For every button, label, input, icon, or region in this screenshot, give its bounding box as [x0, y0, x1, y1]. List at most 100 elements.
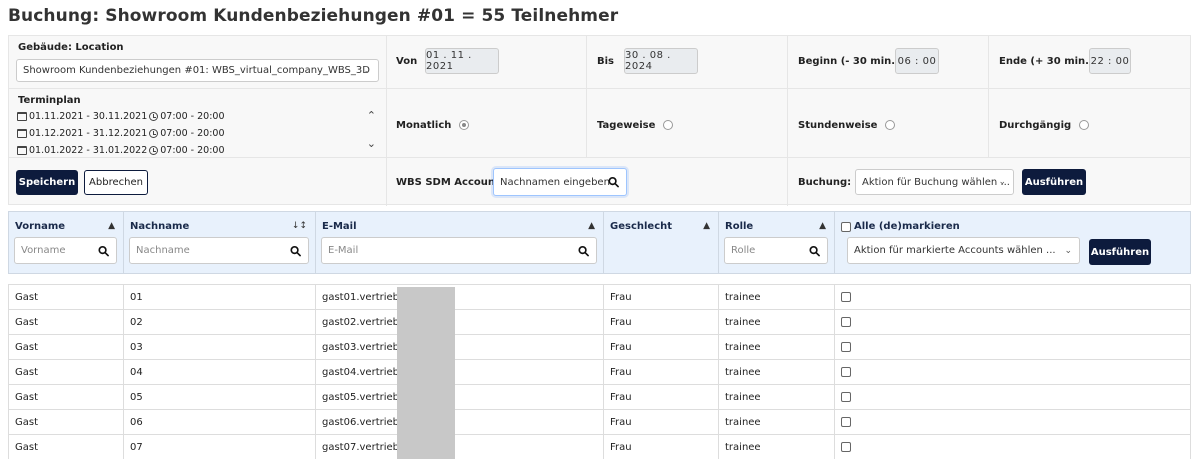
beginn-cell: Beginn (- 30 min.) 06 : 00: [788, 36, 989, 88]
search-icon: [578, 245, 589, 256]
accounts-action-value: Aktion für markierte Accounts wählen ...: [854, 245, 1056, 256]
cell-nachname: 01: [124, 285, 316, 309]
account-label: WBS SDM Account: [396, 177, 500, 188]
buchung-execute-button[interactable]: Ausführen: [1022, 169, 1086, 195]
location-select-value: Showroom Kundenbeziehungen #01: WBS_virt…: [23, 65, 370, 76]
cell-geschlecht: Frau: [604, 360, 719, 384]
radio-tageweise-input[interactable]: [663, 120, 674, 130]
sort-icon[interactable]: ▲︎: [588, 221, 595, 231]
cancel-button[interactable]: Abbrechen: [84, 170, 148, 195]
beginn-time-input[interactable]: 06 : 00: [895, 48, 939, 74]
sort-icon[interactable]: ▲︎: [108, 221, 115, 231]
row-checkbox[interactable]: [841, 342, 851, 352]
select-all-label: Alle (de)markieren: [854, 221, 960, 232]
column-nachname[interactable]: Nachname ↓↕ Nachname: [124, 212, 316, 273]
cell-nachname: 03: [124, 335, 316, 359]
radio-tageweise[interactable]: Tageweise: [597, 118, 674, 131]
cell-rolle: trainee: [719, 410, 835, 434]
ende-time-input[interactable]: 22 : 00: [1089, 48, 1131, 74]
radio-stundenweise-input[interactable]: [885, 120, 896, 130]
column-title-rolle: Rolle: [725, 221, 754, 232]
von-cell: Von 01 . 11 . 2021: [387, 36, 587, 88]
table-row[interactable]: Gast 02 gast02.vertrieb@ Frau trainee: [8, 310, 1191, 335]
buchung-action-select[interactable]: Aktion für Buchung wählen ... ⌄: [855, 169, 1014, 195]
terminplan-entry: 01.01.2022 - 31.01.2022 07:00 - 20:00: [17, 145, 225, 156]
cell-email: gast01.vertrieb@: [316, 285, 604, 309]
cell-rolle: trainee: [719, 335, 835, 359]
radio-durchgaengig-cell: Durchgängig: [989, 89, 1192, 157]
sort-ascending-icon[interactable]: ↓↕: [292, 221, 307, 231]
von-label: Von: [396, 56, 418, 67]
ende-cell: Ende (+ 30 min.) 22 : 00: [989, 36, 1192, 88]
radio-stundenweise[interactable]: Stundenweise: [798, 118, 896, 131]
form-row-actions: Speichern Abbrechen WBS SDM Account Nach…: [9, 158, 1190, 206]
filter-rolle-input[interactable]: Rolle: [724, 237, 828, 264]
account-search-text: Nachnamen eingeben: [500, 176, 610, 188]
filter-vorname-input[interactable]: Vorname: [14, 237, 117, 264]
buchung-action-value: Aktion für Buchung wählen ...: [862, 176, 1010, 188]
row-checkbox[interactable]: [841, 442, 851, 452]
bis-cell: Bis 30 . 08 . 2024: [587, 36, 788, 88]
cell-nachname: 05: [124, 385, 316, 409]
accounts-action-select[interactable]: Aktion für markierte Accounts wählen ...…: [847, 237, 1080, 264]
column-select: Alle (de)markieren Aktion für markierte …: [835, 212, 1192, 273]
cell-select: [835, 335, 1192, 359]
cell-nachname: 06: [124, 410, 316, 434]
location-select[interactable]: Showroom Kundenbeziehungen #01: WBS_virt…: [16, 59, 379, 82]
table-row[interactable]: Gast 06 gast06.vertrieb@ Frau trainee: [8, 410, 1191, 435]
column-vorname[interactable]: Vorname ▲︎ Vorname: [9, 212, 124, 273]
table-row[interactable]: Gast 05 gast05.vertrieb@ Frau trainee: [8, 385, 1191, 410]
table-row[interactable]: Gast 04 gast04.vertrieb@ Frau trainee: [8, 360, 1191, 385]
column-title-email: E-Mail: [322, 221, 357, 232]
select-all-checkbox[interactable]: [841, 221, 851, 232]
redacted-area: [397, 287, 455, 459]
cell-select: [835, 385, 1192, 409]
row-checkbox[interactable]: [841, 392, 851, 402]
radio-durchgaengig-input[interactable]: [1079, 120, 1090, 130]
filter-email-input[interactable]: E-Mail: [321, 237, 597, 264]
cell-select: [835, 435, 1192, 459]
radio-durchgaengig[interactable]: Durchgängig: [999, 118, 1090, 131]
cell-vorname: Gast: [9, 360, 124, 384]
column-geschlecht[interactable]: Geschlecht ▲︎: [604, 212, 719, 273]
von-date-input[interactable]: 01 . 11 . 2021: [425, 48, 499, 74]
row-checkbox[interactable]: [841, 367, 851, 377]
column-rolle[interactable]: Rolle ▲︎ Rolle: [719, 212, 835, 273]
save-button[interactable]: Speichern: [16, 170, 78, 195]
column-email[interactable]: E-Mail ▲︎ E-Mail: [316, 212, 604, 273]
search-icon[interactable]: [608, 176, 619, 188]
radio-monatlich[interactable]: Monatlich: [396, 118, 470, 131]
calendar-icon: [17, 112, 27, 121]
cell-select: [835, 410, 1192, 434]
location-cell: Gebäude: Location Showroom Kundenbeziehu…: [9, 36, 387, 88]
cell-rolle: trainee: [719, 385, 835, 409]
row-checkbox[interactable]: [841, 292, 851, 302]
table-row[interactable]: Gast 03 gast03.vertrieb@ Frau trainee: [8, 335, 1191, 360]
terminplan-entry: 01.12.2021 - 31.12.2021 07:00 - 20:00: [17, 128, 225, 139]
table-row[interactable]: Gast 01 gast01.vertrieb@ Frau trainee: [8, 284, 1191, 310]
scroll-down-icon[interactable]: ⌄: [367, 137, 376, 150]
select-all-toggle[interactable]: Alle (de)markieren: [841, 221, 960, 232]
account-search-input[interactable]: Nachnamen eingeben: [493, 168, 627, 196]
filter-nachname-input[interactable]: Nachname: [129, 237, 309, 264]
sort-icon[interactable]: ▲︎: [703, 221, 710, 231]
terminplan-cell[interactable]: Terminplan 01.11.2021 - 30.11.2021 07:00 …: [9, 89, 387, 157]
row-checkbox[interactable]: [841, 417, 851, 427]
column-title-vorname: Vorname: [15, 221, 66, 232]
bis-date-input[interactable]: 30 . 08 . 2024: [624, 48, 698, 74]
accounts-execute-button[interactable]: Ausführen: [1089, 239, 1151, 265]
search-icon: [809, 245, 820, 256]
row-checkbox[interactable]: [841, 317, 851, 327]
ende-label: Ende (+ 30 min.): [999, 56, 1094, 67]
booking-form-panel: Gebäude: Location Showroom Kundenbeziehu…: [8, 35, 1192, 206]
table-row[interactable]: Gast 07 gast07.vertrieb@ Frau trainee: [8, 435, 1191, 459]
radio-monatlich-input[interactable]: [459, 120, 470, 130]
cell-email: gast07.vertrieb@: [316, 435, 604, 459]
form-buttons-cell: Speichern Abbrechen: [9, 158, 387, 206]
sort-icon[interactable]: ▲︎: [819, 221, 826, 231]
form-row-dates: Gebäude: Location Showroom Kundenbeziehu…: [9, 36, 1190, 89]
table-header: Vorname ▲︎ Vorname Nachname ↓↕ Nachname …: [8, 211, 1191, 274]
cell-vorname: Gast: [9, 310, 124, 334]
clock-icon: [149, 112, 159, 121]
scroll-up-icon[interactable]: ⌃: [367, 109, 376, 122]
